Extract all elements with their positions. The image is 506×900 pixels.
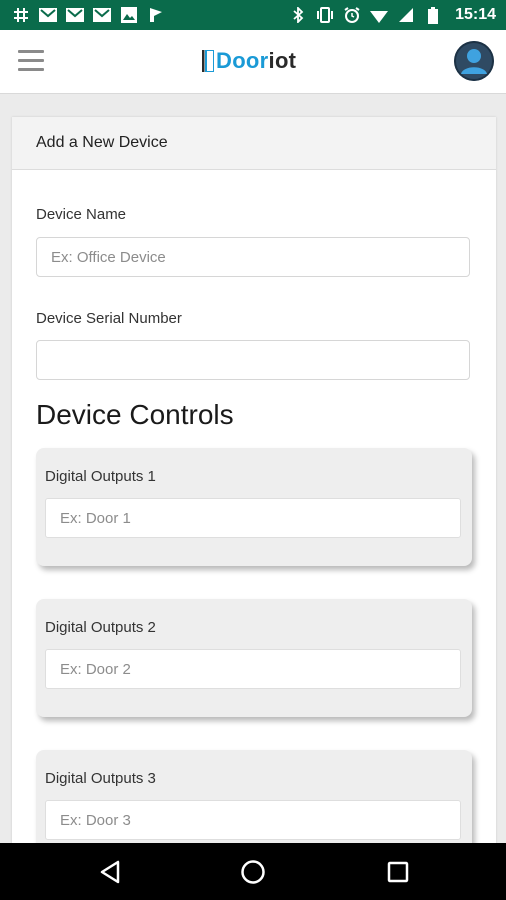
digital-output-label: Digital Outputs 3 xyxy=(45,770,156,787)
mail-icon xyxy=(93,7,111,23)
digital-output-label: Digital Outputs 1 xyxy=(45,468,156,485)
system-icons: 15:14 xyxy=(289,6,496,24)
logo-text-iot: iot xyxy=(268,48,297,73)
device-name-label: Device Name xyxy=(36,206,127,223)
digital-output-input[interactable] xyxy=(45,498,461,538)
mail-icon xyxy=(39,7,57,23)
serial-number-label: Device Serial Number xyxy=(36,310,182,327)
serial-number-input[interactable] xyxy=(36,340,470,380)
logo-text-door: Door xyxy=(216,48,269,73)
digital-output-label: Digital Outputs 2 xyxy=(45,619,156,636)
menu-icon[interactable] xyxy=(18,50,44,72)
notification-icons xyxy=(12,7,165,23)
device-controls-title: Device Controls xyxy=(36,399,234,430)
device-name-input[interactable] xyxy=(36,237,470,277)
recents-icon[interactable] xyxy=(383,857,413,887)
app-bar: Dooriot xyxy=(0,30,506,94)
add-device-card: Add a New Device Device Name Device Seri… xyxy=(12,117,496,877)
user-icon xyxy=(454,41,494,81)
digital-output-input[interactable] xyxy=(45,800,461,840)
bluetooth-icon xyxy=(289,7,307,23)
alarm-icon xyxy=(343,7,361,23)
back-icon[interactable] xyxy=(95,857,125,887)
door-logo-icon xyxy=(202,50,214,72)
digital-output-card: Digital Outputs 1 xyxy=(36,448,472,566)
digital-output-input[interactable] xyxy=(45,649,461,689)
avatar[interactable] xyxy=(454,41,494,81)
flag-icon xyxy=(147,7,165,23)
signal-icon xyxy=(397,7,415,23)
navigation-bar xyxy=(0,843,506,900)
wifi-icon xyxy=(370,7,389,23)
status-time: 15:14 xyxy=(455,6,496,23)
digital-output-card: Digital Outputs 2 xyxy=(36,599,472,717)
slack-icon xyxy=(12,7,30,23)
home-icon[interactable] xyxy=(238,857,268,887)
mail-icon xyxy=(66,7,84,23)
card-title: Add a New Device xyxy=(12,117,496,170)
battery-icon xyxy=(424,6,442,24)
status-bar: 15:14 xyxy=(0,0,506,30)
vibrate-icon xyxy=(316,7,334,23)
image-icon xyxy=(120,7,138,23)
app-logo: Dooriot xyxy=(202,46,296,76)
